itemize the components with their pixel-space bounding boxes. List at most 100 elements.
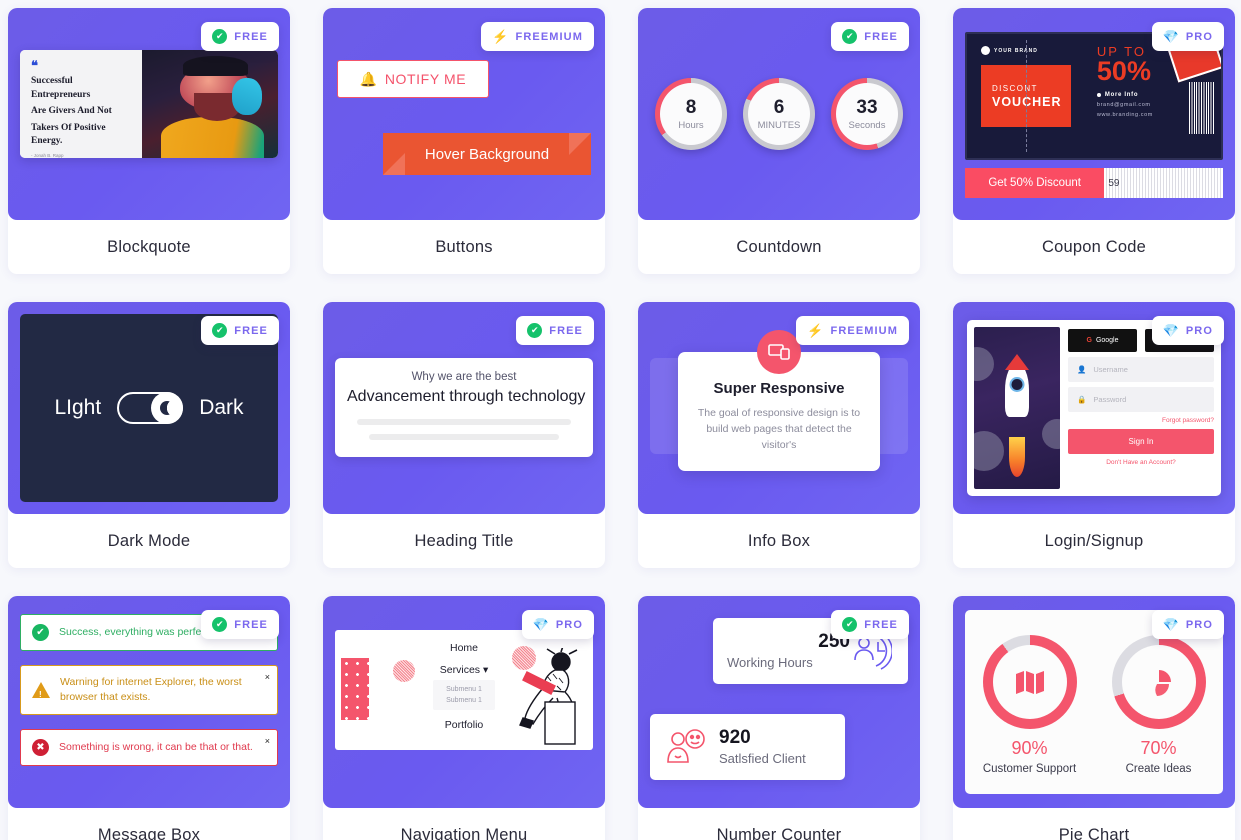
widget-card-pie-chart[interactable]: 90% Customer Support 70% Create Ideas 💎 …: [953, 596, 1235, 840]
preview-heading-title: ✔ FREE Why we are the best Advancement t…: [323, 302, 605, 514]
coupon-divider: [1025, 40, 1027, 152]
check-icon: ✔: [527, 323, 543, 338]
widget-card-login-signup[interactable]: G Google f Facebook 👤 Username 🔒: [953, 302, 1235, 568]
close-icon[interactable]: ×: [265, 670, 270, 685]
nav-preview: Home Services ▾ Submenu 1 Submenu 1 Port…: [335, 630, 593, 750]
countdown-value: 8: [685, 96, 697, 118]
countdown-value: 33: [856, 96, 878, 118]
card-title-heading-title: Heading Title: [414, 531, 514, 550]
hover-background-button[interactable]: Hover Background: [383, 133, 591, 175]
nav-submenu-item[interactable]: Submenu 1: [433, 684, 495, 695]
widget-card-heading-title[interactable]: ✔ FREE Why we are the best Advancement t…: [323, 302, 605, 568]
x-circle-icon: ✖: [32, 739, 49, 756]
badge-label: PRO: [555, 618, 583, 631]
badge-label: PRO: [1185, 30, 1213, 43]
username-input[interactable]: 👤 Username: [1068, 357, 1214, 382]
notify-label: NOTIFY ME: [384, 71, 467, 87]
check-icon: ✔: [212, 323, 228, 338]
satisfied-client-icon: [667, 729, 705, 763]
coupon-code-value: 59: [1104, 168, 1223, 198]
widget-card-dark-mode[interactable]: LIght Dark ✔ FREE Dark Mode: [8, 302, 290, 568]
info-box-heading: Super Responsive: [713, 380, 845, 397]
widget-card-buttons[interactable]: ⚡ FREEMIUM 🔔 NOTIFY ME Hover Background …: [323, 8, 605, 274]
gem-icon: 💎: [1162, 323, 1179, 338]
counter-label: Working Hours: [727, 655, 813, 670]
pie-percent: 90%: [1011, 738, 1048, 758]
check-icon: ✔: [842, 29, 858, 44]
placeholder-bar: [369, 434, 559, 440]
card-title-pie-chart: Pie Chart: [1058, 825, 1130, 840]
quote-photo: [142, 50, 278, 158]
rocket-flame: [1009, 437, 1025, 478]
photo-hat: [182, 56, 249, 76]
close-icon[interactable]: ×: [265, 734, 270, 749]
nav-services-label: Services: [439, 664, 481, 676]
bolt-icon: ⚡: [492, 29, 509, 44]
preview-number-counter: 250 Working Hours 920 Satlsfied Client ✔…: [638, 596, 920, 808]
message-warning: ! Warning for internet Explorer, the wor…: [20, 665, 278, 715]
badge-pro: 💎 PRO: [521, 610, 594, 639]
brand-name: YOUR BRAND: [994, 47, 1038, 54]
nav-item-home[interactable]: Home: [335, 642, 593, 654]
dark-mode-toggle[interactable]: [117, 392, 184, 424]
light-label: LIght: [54, 396, 102, 419]
password-input[interactable]: 🔒 Password: [1068, 387, 1214, 412]
nav-item-services[interactable]: Services ▾: [335, 664, 593, 676]
barcode-icon: [1189, 82, 1215, 134]
quote-line-1: Successful Entrepreneurs: [31, 76, 91, 100]
planet-icon: [1042, 419, 1060, 449]
widget-card-countdown[interactable]: ✔ FREE 8 Hours 6 MINUTES 33 Seconds Coun…: [638, 8, 920, 274]
countdown-label: MINUTES: [757, 119, 801, 131]
preview-login-signup: G Google f Facebook 👤 Username 🔒: [953, 302, 1235, 514]
nav-submenu-item[interactable]: Submenu 1: [433, 695, 495, 706]
toggle-knob: [151, 392, 184, 424]
badge-freemium: ⚡ FREEMIUM: [481, 22, 594, 51]
badge-label: FREE: [864, 618, 898, 631]
sign-in-button[interactable]: Sign In: [1068, 429, 1214, 454]
badge-pro: 💎 PRO: [1151, 22, 1224, 51]
nav-item-portfolio[interactable]: Portfolio: [335, 719, 593, 731]
pie-unit-customer-support: 90% Customer Support: [982, 635, 1077, 775]
placeholder-bar: [357, 419, 571, 425]
card-title-info-box: Info Box: [747, 531, 811, 550]
badge-pro: 💎 PRO: [1151, 610, 1224, 639]
coupon-right: UP TO 50% More Info brand@gmail.com www.…: [1089, 34, 1221, 158]
rocket-illustration: [974, 327, 1060, 489]
countdown-value: 6: [773, 96, 785, 118]
card-title-countdown: Countdown: [736, 237, 822, 256]
card-title-coupon-code: Coupon Code: [1041, 237, 1147, 256]
forgot-password-link[interactable]: Forgot password?: [1068, 417, 1214, 424]
coupon-cta-row[interactable]: Get 50% Discount 59: [965, 168, 1223, 198]
card-title-navigation-menu: Navigation Menu: [400, 825, 528, 840]
widget-card-coupon-code[interactable]: 💎 PRO YOUR BRAND DISCONT VOUCHER UP TO 5…: [953, 8, 1235, 274]
badge-label: FREEMIUM: [830, 324, 898, 337]
bullet-icon: [1096, 93, 1101, 98]
google-login-button[interactable]: G Google: [1068, 329, 1137, 352]
map-icon: [1015, 671, 1044, 694]
preview-buttons: ⚡ FREEMIUM 🔔 NOTIFY ME Hover Background: [323, 8, 605, 220]
badge-label: PRO: [1185, 324, 1213, 337]
countdown-label: Seconds: [848, 119, 886, 131]
blockquote-preview: ❝ Successful Entrepreneurs Are Givers An…: [20, 50, 278, 158]
widget-card-number-counter[interactable]: 250 Working Hours 920 Satlsfied Client ✔…: [638, 596, 920, 840]
badge-free: ✔ FREE: [201, 316, 279, 345]
coupon-cta-button[interactable]: Get 50% Discount: [965, 168, 1105, 198]
badge-label: PRO: [1185, 618, 1213, 631]
widget-card-message-box[interactable]: ✔ Success, everything was perfect. ! War…: [8, 596, 290, 840]
card-title-message-box: Message Box: [97, 825, 201, 840]
brand-logo-icon: [981, 46, 990, 55]
preview-message-box: ✔ Success, everything was perfect. ! War…: [8, 596, 290, 808]
widget-card-info-box[interactable]: ⚡ FREEMIUM Super Responsive The goal of …: [638, 302, 920, 568]
info-box-text: The goal of responsive design is to buil…: [697, 407, 861, 451]
widget-card-navigation-menu[interactable]: Home Services ▾ Submenu 1 Submenu 1 Port…: [323, 596, 605, 840]
countdown-unit-hours: 8 Hours: [655, 78, 727, 150]
widget-card-blockquote[interactable]: ✔ FREE ❝ Successful Entrepreneurs Are Gi…: [8, 8, 290, 274]
create-account-link[interactable]: Don't Have an Account?: [1068, 459, 1214, 466]
planet-icon: [974, 431, 1004, 471]
preview-blockquote: ✔ FREE ❝ Successful Entrepreneurs Are Gi…: [8, 8, 290, 220]
badge-free: ✔ FREE: [831, 22, 909, 51]
warning-triangle-icon: !: [32, 682, 50, 699]
notify-me-button[interactable]: 🔔 NOTIFY ME: [337, 60, 489, 98]
coupon-ticket: YOUR BRAND DISCONT VOUCHER UP TO 50% Mor…: [965, 32, 1223, 160]
pie-percent: 70%: [1140, 738, 1177, 758]
